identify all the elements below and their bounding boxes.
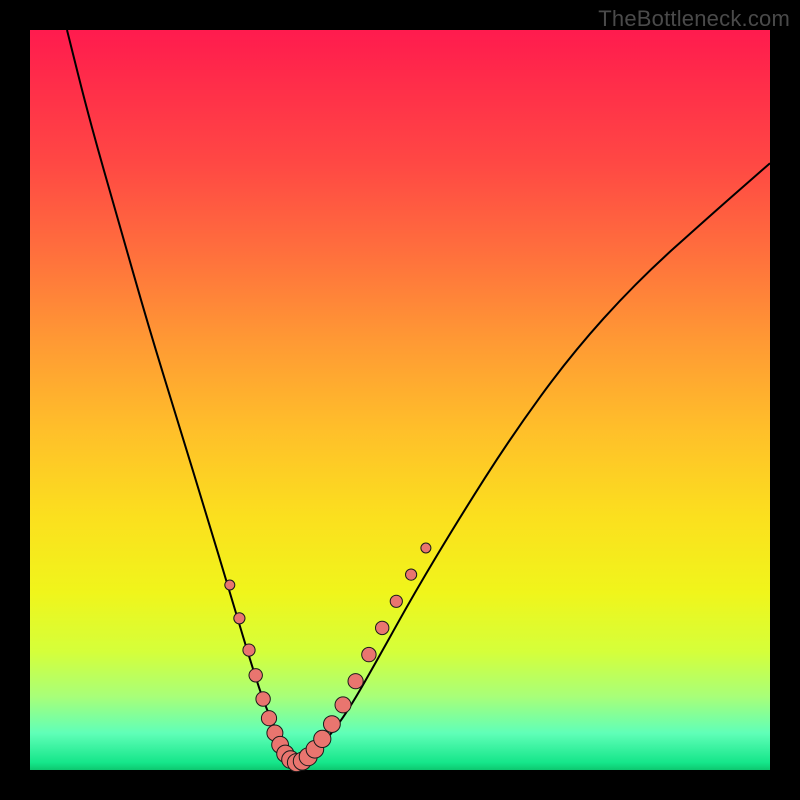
marker-cluster bbox=[225, 543, 431, 772]
curve-marker bbox=[362, 647, 376, 661]
curve-marker bbox=[335, 697, 351, 713]
curve-marker bbox=[256, 692, 270, 706]
bottleneck-curve bbox=[67, 30, 770, 763]
curve-marker bbox=[348, 674, 363, 689]
curve-marker bbox=[249, 669, 262, 682]
curve-marker bbox=[390, 595, 402, 607]
curve-marker bbox=[406, 569, 417, 580]
curve-marker bbox=[314, 730, 331, 747]
curve-marker bbox=[324, 716, 341, 733]
curve-marker bbox=[261, 711, 276, 726]
curve-marker bbox=[234, 613, 245, 624]
curve-marker bbox=[421, 543, 431, 553]
curve-marker bbox=[376, 621, 389, 634]
curve-marker bbox=[225, 580, 235, 590]
watermark-text: TheBottleneck.com bbox=[598, 6, 790, 32]
chart-frame: TheBottleneck.com bbox=[0, 0, 800, 800]
plot-area bbox=[30, 30, 770, 770]
curve-marker bbox=[243, 644, 255, 656]
bottleneck-chart-svg bbox=[30, 30, 770, 770]
